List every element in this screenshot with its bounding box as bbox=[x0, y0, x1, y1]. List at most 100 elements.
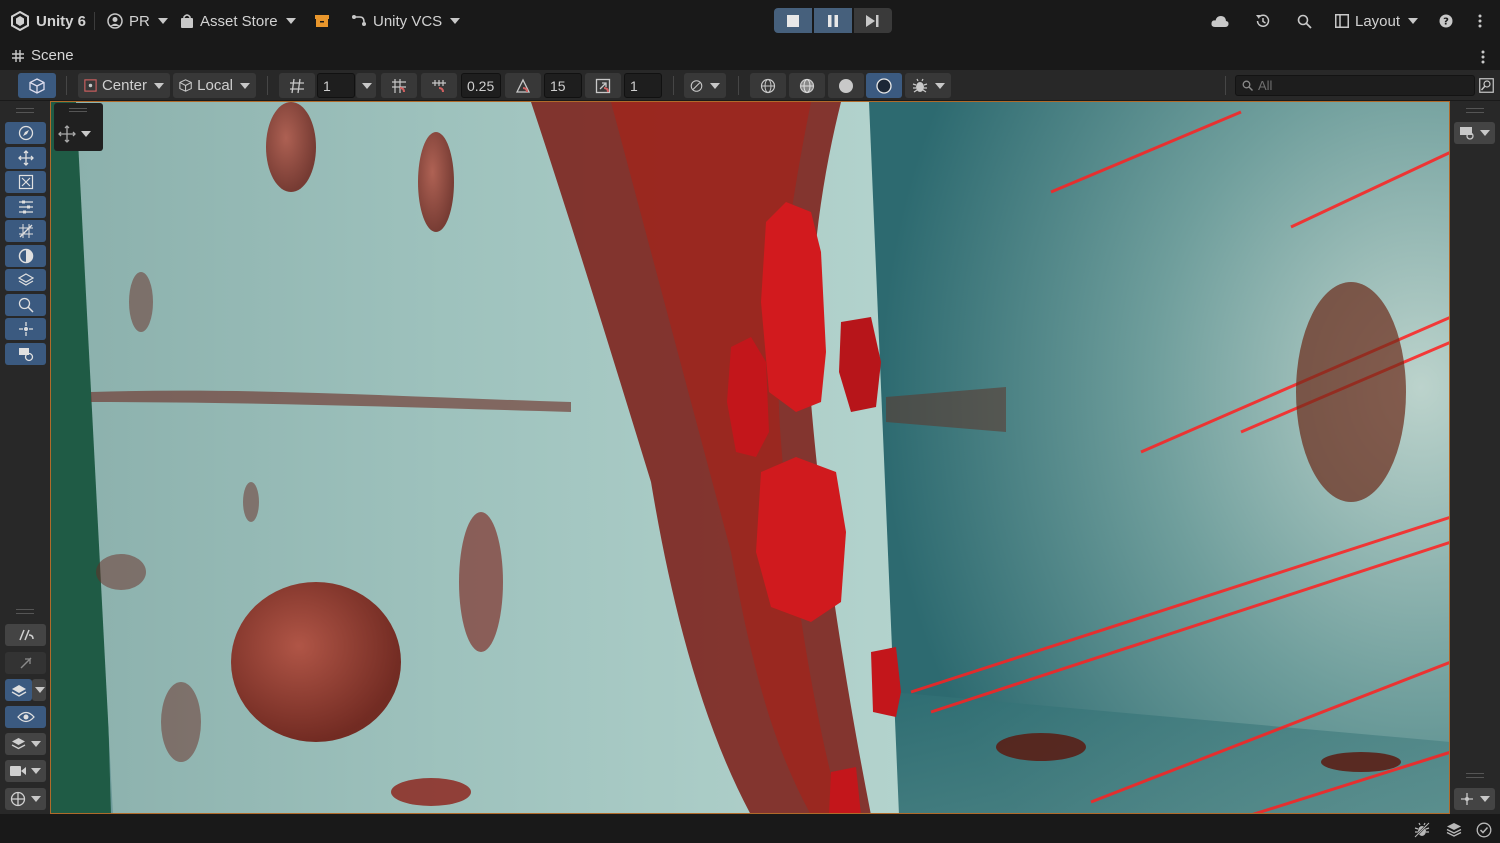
unlit-shading-button[interactable] bbox=[828, 73, 864, 98]
rotate-tool-button[interactable] bbox=[5, 171, 46, 193]
pause-button[interactable] bbox=[814, 8, 852, 33]
move-tool-button[interactable] bbox=[5, 147, 46, 169]
account-dropdown[interactable]: PR bbox=[107, 9, 168, 33]
snap-button[interactable] bbox=[5, 624, 46, 646]
layout-dropdown[interactable]: Layout bbox=[1335, 9, 1419, 33]
move-snap-field[interactable]: 0.25 bbox=[461, 73, 501, 98]
unity-logo-menu[interactable]: Unity 6 bbox=[10, 9, 86, 33]
draw-mode-dropdown[interactable] bbox=[684, 73, 726, 98]
view-tool-icon bbox=[18, 125, 33, 141]
scene-more-button[interactable] bbox=[1481, 50, 1485, 67]
zoom-tool-button[interactable] bbox=[5, 294, 46, 316]
drag-handle[interactable] bbox=[1466, 108, 1484, 113]
shaded-wireframe-button[interactable] bbox=[789, 73, 825, 98]
grid-size-field[interactable]: 1 bbox=[317, 73, 355, 98]
scale-snap-field[interactable]: 1 bbox=[624, 73, 662, 98]
surface-snap-icon bbox=[11, 685, 26, 697]
stop-button[interactable] bbox=[774, 8, 812, 33]
drag-handle[interactable] bbox=[16, 108, 34, 113]
camera-tool-button[interactable] bbox=[5, 343, 46, 365]
custom-tool-button[interactable] bbox=[5, 245, 46, 267]
background-tasks-button[interactable] bbox=[1446, 822, 1462, 841]
account-icon bbox=[107, 13, 123, 29]
drag-handle[interactable] bbox=[1466, 773, 1484, 778]
tools-overlay bbox=[0, 101, 50, 814]
surface-snap-button[interactable] bbox=[5, 679, 32, 701]
drag-handle[interactable] bbox=[16, 609, 34, 614]
main-more-button[interactable] bbox=[1478, 9, 1482, 33]
rotate-snap-button[interactable] bbox=[505, 73, 541, 98]
droplet bbox=[129, 272, 153, 332]
orientation-button[interactable] bbox=[18, 73, 56, 98]
snap-grid-button[interactable] bbox=[381, 73, 417, 98]
layout-icon bbox=[1335, 14, 1349, 28]
drag-handle[interactable] bbox=[69, 108, 87, 112]
grid-toggle-button[interactable] bbox=[279, 73, 315, 98]
rotate-snap-field[interactable]: 15 bbox=[544, 73, 582, 98]
chevron-down-icon bbox=[31, 796, 41, 802]
debug-status-button[interactable] bbox=[1414, 822, 1430, 841]
custom-tool-icon bbox=[18, 248, 33, 264]
tab-scene[interactable]: Scene bbox=[12, 47, 74, 64]
chevron-down-icon bbox=[154, 82, 164, 89]
increment-snap-button[interactable] bbox=[421, 73, 457, 98]
rect-tool-button[interactable] bbox=[5, 196, 46, 218]
package-button[interactable] bbox=[315, 9, 329, 33]
local-space-icon bbox=[179, 79, 192, 92]
pivot-space-dropdown[interactable]: Local bbox=[173, 73, 256, 98]
auto-snap-button[interactable] bbox=[5, 652, 46, 674]
camera-tool-icon bbox=[18, 348, 33, 362]
transform-tool-icon bbox=[18, 224, 33, 238]
view-tool-button[interactable] bbox=[5, 122, 46, 144]
history-button[interactable] bbox=[1255, 9, 1271, 33]
step-button[interactable] bbox=[854, 8, 892, 33]
vcs-dropdown[interactable]: Unity VCS bbox=[351, 9, 461, 33]
pivot-tool-button[interactable] bbox=[5, 318, 46, 340]
scale-snap-icon bbox=[595, 78, 611, 93]
divider bbox=[94, 12, 95, 30]
rotate-tool-icon bbox=[18, 174, 33, 190]
scene-viewport[interactable] bbox=[50, 101, 1450, 814]
droplet bbox=[266, 102, 316, 192]
search-icon bbox=[1242, 80, 1253, 91]
account-label: PR bbox=[129, 12, 150, 30]
splatter bbox=[1296, 282, 1406, 502]
pivot-mode-dropdown[interactable]: Center bbox=[78, 73, 170, 98]
scene-search-input[interactable]: All bbox=[1235, 75, 1475, 96]
search-options-button[interactable] bbox=[1479, 78, 1494, 96]
unity-logo-icon bbox=[11, 11, 29, 31]
surface-snap-dropdown[interactable] bbox=[32, 679, 46, 701]
pivot-center-icon bbox=[84, 79, 97, 92]
overlay-panel[interactable] bbox=[54, 103, 103, 151]
transform-handle-dropdown[interactable] bbox=[58, 125, 91, 143]
crown-splash bbox=[871, 647, 901, 717]
asset-store-dropdown[interactable]: Asset Store bbox=[180, 9, 296, 33]
scale-snap-button[interactable] bbox=[585, 73, 621, 98]
wireframe-shading-button[interactable] bbox=[750, 73, 786, 98]
bug-icon bbox=[912, 78, 927, 92]
transform-tool-button[interactable] bbox=[5, 220, 46, 242]
orientation-gizmo-dropdown[interactable] bbox=[1454, 788, 1495, 810]
cloud-button[interactable] bbox=[1211, 9, 1229, 33]
grid-options-dropdown[interactable] bbox=[356, 73, 376, 98]
pivot-mode-label: Center bbox=[101, 77, 147, 94]
shopping-bag-icon bbox=[181, 13, 193, 28]
layers-tool-button[interactable] bbox=[5, 269, 46, 291]
gizmo-dropdown[interactable] bbox=[5, 788, 46, 810]
camera-dropdown[interactable] bbox=[5, 760, 46, 782]
splatter bbox=[1321, 752, 1401, 772]
debug-mode-dropdown[interactable] bbox=[905, 73, 951, 98]
bug-icon bbox=[1414, 822, 1430, 838]
status-ok-button[interactable] bbox=[1476, 822, 1492, 841]
chevron-down-icon bbox=[35, 687, 45, 693]
chevron-down-icon bbox=[1480, 796, 1490, 802]
scene-camera-dropdown[interactable] bbox=[1454, 122, 1495, 144]
search-button[interactable] bbox=[1297, 9, 1312, 33]
package-icon bbox=[315, 15, 329, 27]
crown-splash bbox=[756, 457, 846, 622]
help-button[interactable]: ? bbox=[1439, 9, 1453, 33]
visibility-button[interactable] bbox=[5, 706, 46, 728]
layer-dropdown[interactable] bbox=[5, 733, 46, 755]
layout-label: Layout bbox=[1355, 12, 1401, 30]
lit-shading-button[interactable] bbox=[866, 73, 902, 98]
